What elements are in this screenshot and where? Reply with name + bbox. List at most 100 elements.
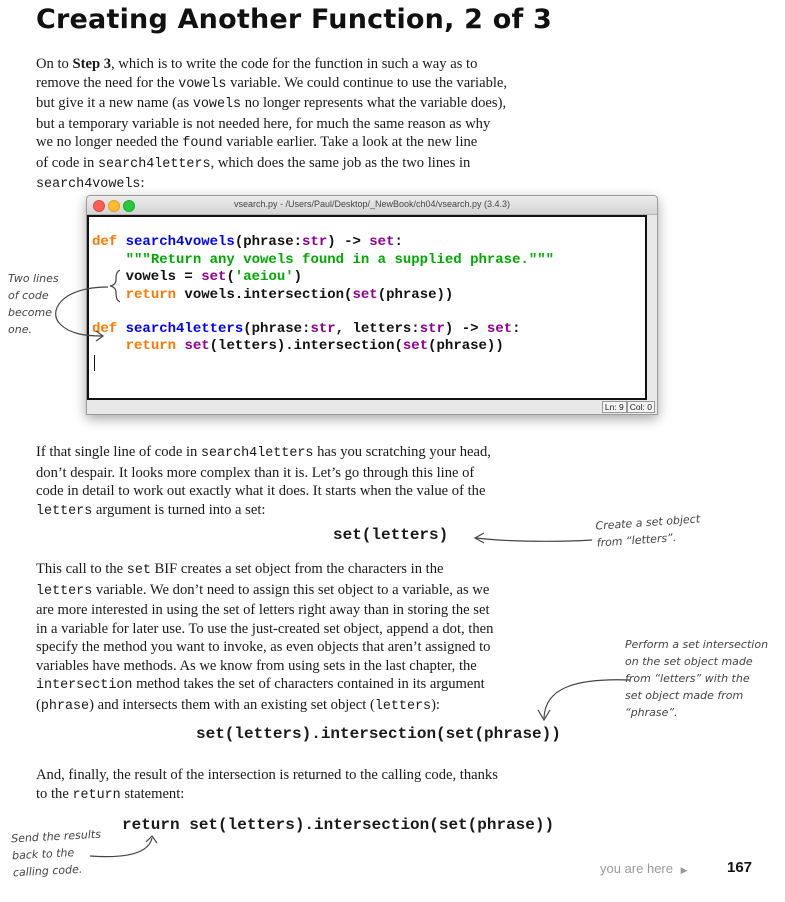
code-token: set	[486, 321, 513, 337]
text-run: to the	[36, 785, 73, 802]
text-line: letters argument is turned into a set:	[36, 501, 536, 522]
inline-code: search4vowels	[36, 177, 141, 192]
text-run: , which is to write the code for the fun…	[111, 56, 478, 72]
explanation-paragraph-2: This call to the set BIF creates a set o…	[36, 560, 576, 716]
arrow-perform-intersection	[537, 679, 631, 722]
explanation-paragraph-3: And, finally, the result of the intersec…	[36, 766, 556, 805]
code-token: """Return any vowels found in a supplied…	[125, 252, 555, 268]
text-line: remove the need for the vowels variable.…	[36, 74, 556, 95]
note-create-set-object: Create a set object from “letters”.	[595, 512, 701, 550]
code-token: str	[302, 234, 328, 250]
text-run: we no longer needed the	[36, 134, 183, 150]
code-token: ) ->	[444, 321, 487, 337]
code-token: return	[125, 287, 177, 303]
text-line: we no longer needed the found variable e…	[36, 133, 556, 154]
text-run: BIF creates a set object from the charac…	[150, 561, 444, 577]
you-are-here-label: you are here ▶	[600, 861, 688, 876]
code-token: :	[512, 321, 521, 337]
text-run: no longer represents what the variable d…	[241, 95, 507, 111]
code-token: set	[352, 287, 378, 303]
text-run: has you scratching your head,	[313, 444, 491, 460]
idle-editor-window[interactable]: vsearch.py - /Users/Paul/Desktop/_NewBoo…	[86, 195, 658, 415]
code-token: vowels.intersection(	[176, 287, 353, 303]
text-line: code in detail to work out exactly what …	[36, 482, 536, 501]
text-run: If that single line of code in	[36, 444, 201, 460]
text-line: don’t despair. It looks more complex tha…	[36, 464, 536, 483]
text-line: If that single line of code in search4le…	[36, 443, 536, 464]
text-run: remove the need for the	[36, 74, 179, 91]
code-token: return	[125, 338, 177, 354]
text-line: On to Step 3, which is to write the code…	[36, 55, 556, 74]
triangle-right-icon: ▶	[680, 865, 688, 875]
text-run: :	[140, 175, 145, 191]
text-line: intersection method takes the set of cha…	[36, 675, 576, 696]
arrow-send-results	[89, 835, 158, 858]
code-token: 'aeiou'	[234, 269, 294, 285]
inline-code: letters	[374, 698, 432, 714]
text-line: (phrase) and intersects them with an exi…	[36, 696, 576, 717]
text-run: This call to the	[36, 561, 127, 577]
inline-code: letters	[36, 583, 93, 599]
inline-code: search4letters	[200, 446, 314, 461]
code-token: (phrase:	[234, 234, 303, 250]
editor-titlebar[interactable]: vsearch.py - /Users/Paul/Desktop/_NewBoo…	[87, 196, 657, 215]
text-line: in a variable for later use. To use the …	[36, 620, 576, 639]
inline-code: intersection	[36, 678, 133, 693]
text-line: are more interested in using the set of …	[36, 601, 576, 620]
code-token: ) ->	[327, 234, 370, 250]
text-line: but a temporary variable is not needed h…	[36, 115, 556, 134]
code-token: , letters:	[335, 321, 420, 337]
code-line: def search4letters(phrase:str, letters:s…	[92, 321, 521, 337]
note-perform-intersection: Perform a set intersection on the set ob…	[625, 638, 769, 719]
text-line: variables have methods. As we know from …	[36, 657, 576, 676]
inline-code: set	[126, 563, 151, 578]
code-token: (phrase:	[243, 321, 311, 337]
code-line: vowels = set('aeiou')	[92, 269, 302, 285]
text-run: in a variable for later use. To use the …	[36, 620, 494, 637]
code-editor-area[interactable]: def search4vowels(phrase:str) -> set: ""…	[87, 215, 647, 400]
text-run: don’t despair. It looks more complex tha…	[36, 464, 475, 481]
intro-paragraph: On to Step 3, which is to write the code…	[36, 55, 556, 195]
text-cursor	[94, 355, 95, 371]
text-run: of code in	[36, 154, 99, 171]
page-number: 167	[727, 859, 753, 876]
code-token: (phrase))	[428, 338, 504, 354]
text-line: but give it a new name (as vowels no lon…	[36, 94, 556, 115]
editor-window-title: vsearch.py - /Users/Paul/Desktop/_NewBoo…	[233, 199, 511, 209]
text-line: to the return statement:	[36, 785, 556, 806]
inline-code: letters	[36, 503, 93, 519]
code-token: search4vowels	[125, 234, 235, 250]
page-title: Creating Another Function, 2 of 3	[36, 4, 553, 35]
text-run: variables have methods. As we know from …	[36, 657, 477, 674]
text-run: variable. We don’t need to assign this s…	[92, 581, 490, 598]
code-token: :	[394, 234, 403, 250]
code-token: str	[419, 321, 445, 337]
text-run: variable earlier. Take a look at the new…	[222, 134, 478, 150]
inline-code: phrase	[40, 698, 90, 714]
inline-code: search4letters	[98, 156, 211, 172]
editor-status-bar: Ln: 9 Col: 0	[601, 401, 655, 413]
text-run: but give it a new name (as	[36, 95, 193, 111]
code-token: (letters).intersection(	[209, 338, 403, 354]
text-run: ) and intersects them with an existing s…	[89, 696, 375, 713]
text-run: variable. We could continue to use the v…	[226, 74, 508, 91]
status-line-number: Ln: 9	[601, 401, 627, 413]
text-run: method takes the set of characters conta…	[132, 676, 485, 692]
text-line: And, finally, the result of the intersec…	[36, 766, 556, 785]
code-token: (phrase))	[377, 287, 454, 303]
text-run: ):	[431, 696, 440, 713]
text-run: are more interested in using the set of …	[36, 602, 490, 618]
status-column-number: Col: 0	[626, 401, 655, 413]
explanation-paragraph-1: If that single line of code in search4le…	[36, 443, 536, 521]
text-run: specify the method you want to invoke, a…	[36, 639, 491, 655]
code-line: return set(letters).intersection(set(phr…	[92, 338, 504, 354]
text-run: statement:	[120, 785, 185, 802]
code-token: str	[310, 321, 336, 337]
inline-code: return	[72, 787, 121, 803]
code-line: def search4vowels(phrase:str) -> set:	[92, 234, 403, 250]
text-line: This call to the set BIF creates a set o…	[36, 560, 576, 581]
text-line: of code in search4letters, which does th…	[36, 154, 556, 175]
arrow-create-set	[473, 532, 593, 544]
text-line: search4vowels:	[36, 174, 556, 195]
code-snippet-set-letters: set(letters)	[333, 526, 449, 544]
